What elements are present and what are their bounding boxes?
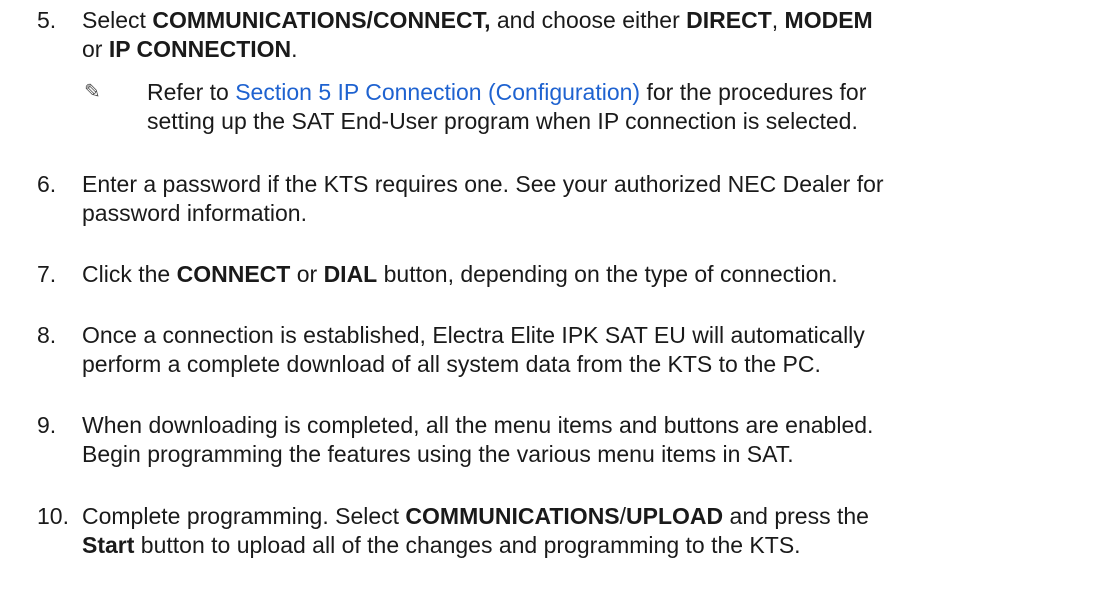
step-text: Complete programming. Select COMMUNICATI… (82, 502, 1102, 560)
step-text: When downloading is completed, all the m… (82, 411, 1102, 469)
step-number: 5. (37, 7, 57, 33)
step-number: 7. (37, 261, 57, 287)
step-line: Enter a password if the KTS requires one… (82, 171, 884, 197)
step-line: Click the CONNECT or DIAL button, depend… (82, 261, 838, 287)
note-text: Refer to Section 5 IP Connection (Config… (147, 78, 1107, 136)
step-number: 9. (37, 412, 57, 438)
step-line: password information. (82, 200, 307, 226)
menu-communications: COMMUNICATIONS (405, 503, 620, 529)
step-line: perform a complete download of all syste… (82, 351, 821, 377)
step-line: Once a connection is established, Electr… (82, 322, 865, 348)
step-text: Once a connection is established, Electr… (82, 321, 1102, 379)
step-line: Begin programming the features using the… (82, 441, 794, 467)
step-text: Click the CONNECT or DIAL button, depend… (82, 260, 1102, 289)
option-ip-connection: IP CONNECTION (108, 36, 292, 62)
note-line: Refer to Section 5 IP Connection (Config… (147, 79, 867, 105)
step-number: 6. (37, 171, 57, 197)
option-modem: MODEM (784, 7, 873, 33)
step-number: 10. (37, 503, 69, 529)
step-line: Complete programming. Select COMMUNICATI… (82, 503, 869, 529)
pencil-icon: ✎ (84, 81, 101, 103)
step-number: 8. (37, 322, 57, 348)
step-line: or IP CONNECTION. (82, 36, 298, 62)
section-5-link[interactable]: Section 5 IP Connection (Configuration) (235, 79, 640, 105)
menu-upload: UPLOAD (626, 503, 724, 529)
dial-button-name: DIAL (323, 261, 378, 287)
start-button-name: Start (82, 532, 135, 558)
step-line: Start button to upload all of the change… (82, 532, 801, 558)
step-line: Select COMMUNICATIONS/CONNECT, and choos… (82, 7, 873, 33)
option-direct: DIRECT (686, 7, 772, 33)
step-line: When downloading is completed, all the m… (82, 412, 874, 438)
step-text: Enter a password if the KTS requires one… (82, 170, 1102, 228)
note-line: setting up the SAT End-User program when… (147, 108, 858, 134)
connect-button-name: CONNECT (176, 261, 291, 287)
step-text: Select COMMUNICATIONS/CONNECT, and choos… (82, 6, 1102, 64)
menu-communications-connect: COMMUNICATIONS/CONNECT, (152, 7, 491, 33)
